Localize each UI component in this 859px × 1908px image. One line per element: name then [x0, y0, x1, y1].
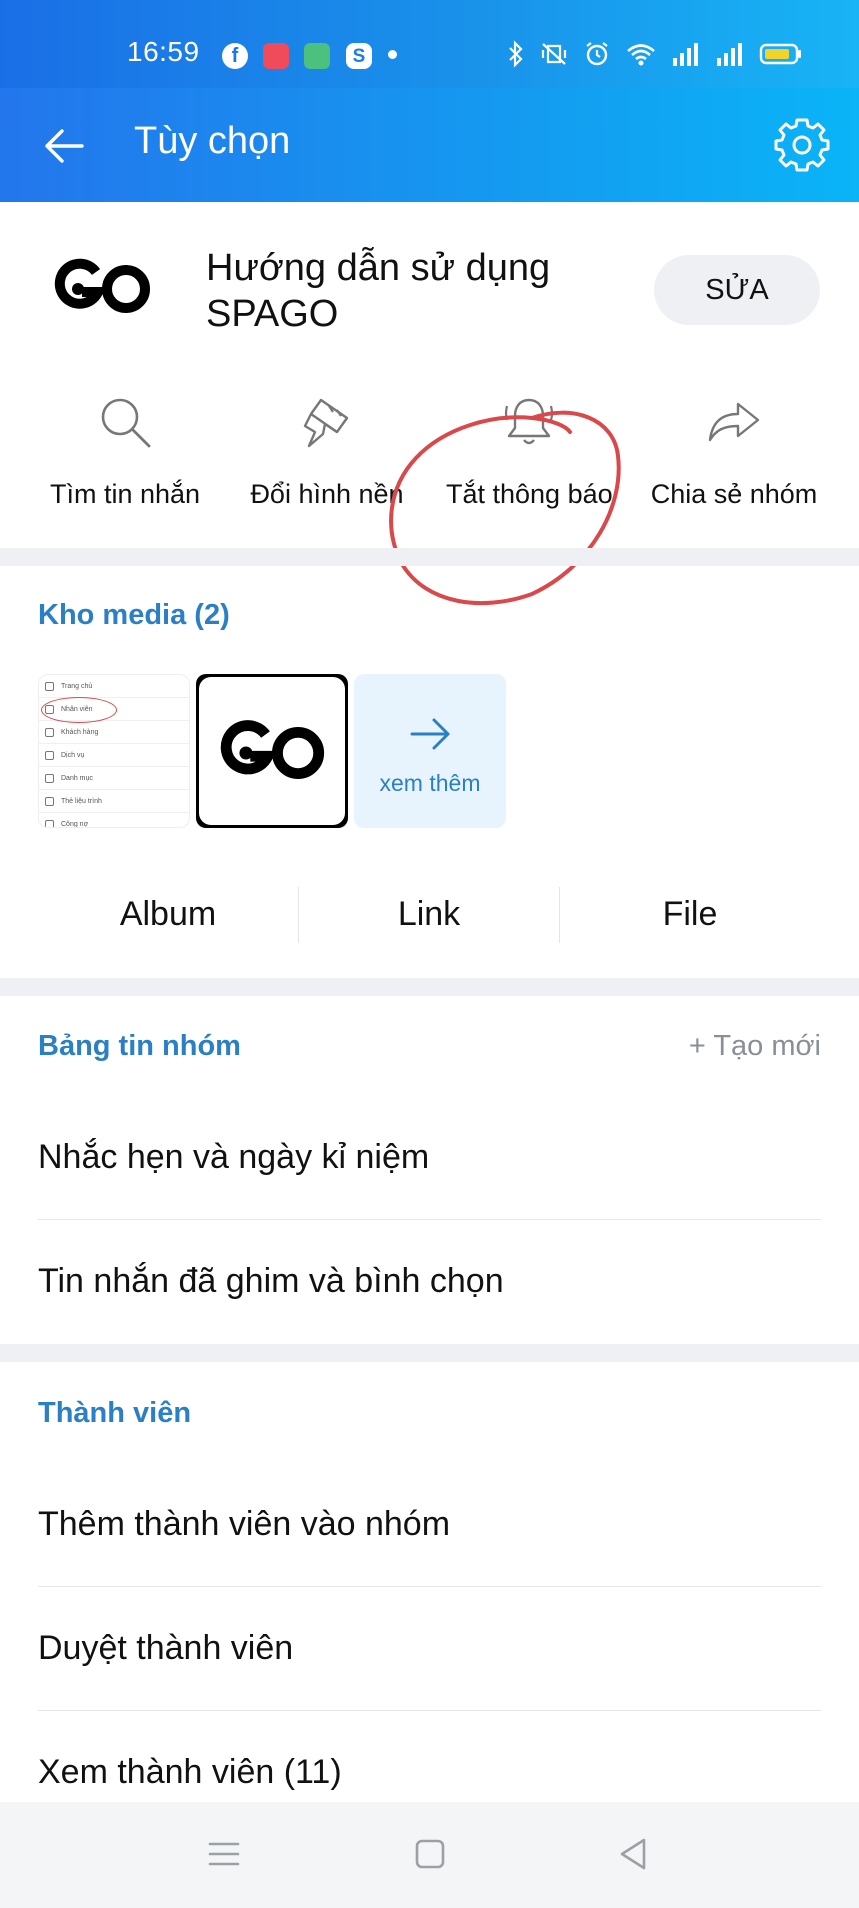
media-thumbnail[interactable] [196, 674, 348, 828]
action-label: Chia sẻ nhóm [650, 479, 818, 509]
bell-icon [504, 398, 554, 445]
back-icon[interactable] [612, 1832, 656, 1876]
arrow-right-icon [410, 718, 450, 750]
action-change-background[interactable]: Đổi hình nền [244, 392, 410, 510]
board-section-title: Bảng tin nhóm [38, 1030, 241, 1062]
create-new-button[interactable]: + Tạo mới [689, 1030, 821, 1063]
tab-album[interactable]: Album [38, 885, 298, 943]
paint-brush-icon [303, 398, 349, 448]
action-mute-notifications[interactable]: Tắt thông báo [446, 392, 613, 510]
section-divider [0, 978, 859, 996]
share-icon [708, 402, 760, 442]
facebook-icon: f [222, 43, 248, 69]
list-item-reminders[interactable]: Nhắc hẹn và ngày kỉ niệm [38, 1138, 429, 1177]
group-name: Hướng dẫn sử dụng SPAGO [206, 247, 551, 335]
list-item-approve-members[interactable]: Duyệt thành viên [38, 1629, 293, 1668]
edit-button[interactable]: SỬA [654, 255, 820, 325]
signal-2-icon [717, 43, 742, 66]
signal-1-icon [673, 43, 698, 66]
group-logo [54, 258, 150, 313]
media-thumbnail[interactable]: Trang chủ Nhân viên Khách hàng Dịch vụ D… [38, 674, 190, 828]
status-bar: 16:59 f S [0, 0, 859, 88]
item-divider [38, 1219, 821, 1220]
skype-icon: S [346, 43, 372, 69]
app-red-icon [263, 43, 289, 69]
alarm-icon [586, 42, 608, 66]
list-item-view-members[interactable]: Xem thành viên (11) [38, 1753, 342, 1792]
status-time: 16:59 [127, 36, 200, 67]
menu-icon[interactable] [202, 1832, 246, 1876]
bluetooth-icon [509, 40, 523, 68]
list-item-add-member[interactable]: Thêm thành viên vào nhóm [38, 1505, 450, 1544]
action-label: Đổi hình nền [250, 479, 404, 509]
home-icon[interactable] [408, 1832, 452, 1876]
system-nav-bar [0, 1802, 859, 1908]
action-share-group[interactable]: Chia sẻ nhóm [648, 392, 820, 510]
action-label: Tắt thông báo [446, 479, 613, 509]
item-divider [38, 1710, 821, 1711]
battery-icon [759, 43, 801, 65]
go-logo [220, 720, 325, 780]
list-item-pinned[interactable]: Tin nhắn đã ghim và bình chọn [38, 1262, 504, 1301]
see-more-button[interactable]: xem thêm [354, 674, 506, 828]
notification-dot-icon [388, 50, 397, 59]
search-icon [101, 398, 151, 448]
wifi-icon [627, 44, 655, 66]
media-tabs: Album Link File [0, 885, 859, 947]
back-arrow-icon[interactable] [38, 118, 94, 174]
see-more-label: xem thêm [379, 770, 481, 796]
tab-link[interactable]: Link [299, 885, 559, 943]
thumbnail-annotation [41, 697, 117, 723]
tab-file[interactable]: File [560, 885, 820, 943]
app-bar: Tùy chọn [0, 88, 859, 202]
action-label: Tìm tin nhắn [49, 479, 201, 509]
section-divider [0, 1344, 859, 1362]
status-indicators [507, 38, 803, 70]
vibrate-off-icon [541, 43, 567, 65]
app-green-icon [304, 43, 330, 69]
action-search-messages[interactable]: Tìm tin nhắn [42, 392, 208, 510]
gear-icon[interactable] [773, 116, 831, 174]
members-section-title: Thành viên [38, 1397, 192, 1429]
page-title: Tùy chọn [134, 120, 291, 162]
media-section-title: Kho media (2) [38, 599, 230, 631]
item-divider [38, 1586, 821, 1587]
section-divider [0, 548, 859, 566]
